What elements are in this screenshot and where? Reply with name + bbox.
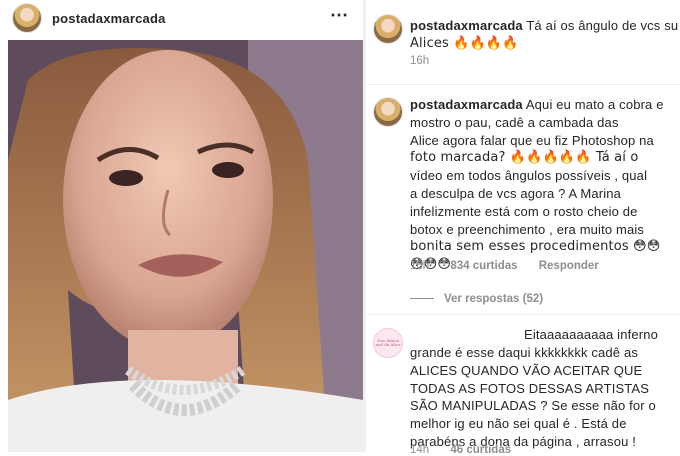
divider bbox=[366, 314, 680, 315]
likes-count[interactable]: 834 curtidas bbox=[450, 260, 517, 272]
comment-line: foto marcada? 🔥🔥🔥🔥🔥 Tá aí o bbox=[410, 150, 639, 166]
post-author-avatar[interactable] bbox=[12, 3, 42, 33]
comment-text: postadaxmarcada Aqui eu mato a cobra e m… bbox=[410, 96, 664, 274]
comment-username[interactable]: postadaxmarcada bbox=[410, 97, 523, 112]
comment-meta: 16h 834 curtidas Responder bbox=[410, 260, 617, 272]
comment-text: grande é esse daqui kkkkkkkk cadê as ALI… bbox=[410, 344, 656, 451]
view-replies-button[interactable]: Ver respostas (52) bbox=[410, 293, 543, 305]
comment-line: ALICES QUANDO VÃO ACEITAR QUE bbox=[410, 362, 643, 378]
comment-line: botox e preenchimento , era muito mais bbox=[410, 221, 645, 237]
comment-username[interactable]: postadaxmarcada bbox=[410, 18, 523, 33]
comment-line: bonita sem esses procedimentos 😳😳 bbox=[410, 239, 661, 255]
comment-line: grande é esse daqui kkkkkkkk cadê as bbox=[410, 345, 638, 360]
likes-count[interactable]: 46 curtidas bbox=[450, 444, 511, 456]
comment-line: Alice agora falar que eu fiz Photoshop n… bbox=[410, 132, 654, 148]
comment-line: Aqui eu mato a cobra e bbox=[522, 97, 664, 112]
comment-line: SÃO MANIPULADAS ? Se esse não for o bbox=[410, 398, 656, 414]
comment-line: TODAS AS FOTOS DESSAS ARTISTAS bbox=[410, 380, 650, 396]
comment-line: Alices 🔥🔥🔥🔥 bbox=[410, 35, 519, 51]
comment-avatar[interactable]: Nao falava mal da Alice bbox=[373, 328, 403, 358]
post-author-username[interactable]: postadaxmarcada bbox=[52, 11, 166, 26]
comment-text: postadaxmarcada Tá aí os ângulo de vcs s… bbox=[410, 17, 678, 53]
comment-line: mostro o pau, cadê a cambada das bbox=[410, 114, 619, 130]
comment-line: infelizmente está com o rosto cheio de bbox=[410, 203, 638, 219]
comment-avatar[interactable] bbox=[373, 14, 403, 44]
avatar-label: Nao falava mal da Alice bbox=[375, 338, 401, 347]
view-replies-label: Ver respostas (52) bbox=[444, 293, 544, 305]
comment-avatar[interactable] bbox=[373, 97, 403, 127]
comment-meta: 16h bbox=[410, 55, 447, 67]
comment-time: 16h bbox=[410, 55, 430, 67]
post-video[interactable] bbox=[8, 40, 363, 452]
comment-line-first: Eitaaaaaaaaaa inferno bbox=[524, 326, 658, 344]
post-panel: postadaxmarcada ⋯ bbox=[0, 0, 363, 452]
comment-line: Eitaaaaaaaaaa inferno bbox=[524, 327, 658, 342]
comment-meta: 14h 46 curtidas bbox=[410, 444, 529, 456]
dash-icon bbox=[410, 298, 434, 300]
divider bbox=[366, 84, 680, 85]
more-options-icon[interactable]: ⋯ bbox=[330, 5, 349, 26]
comment-time: 14h bbox=[410, 444, 430, 456]
reply-button[interactable]: Responder bbox=[539, 260, 599, 272]
comment-line: a desculpa de vcs agora ? A Marina bbox=[410, 185, 622, 201]
comment-time: 16h bbox=[410, 260, 430, 272]
woman-portrait-image bbox=[8, 40, 363, 452]
comment-line: Tá aí os ângulo de vcs su bbox=[522, 18, 679, 33]
comments-panel: postadaxmarcada Tá aí os ângulo de vcs s… bbox=[366, 0, 680, 456]
comment-line: vídeo em todos ângulos possíveis , qual bbox=[410, 168, 648, 184]
post-header: postadaxmarcada ⋯ bbox=[0, 0, 363, 40]
comment-line: melhor ig eu não sei qual é . Está de bbox=[410, 416, 627, 432]
